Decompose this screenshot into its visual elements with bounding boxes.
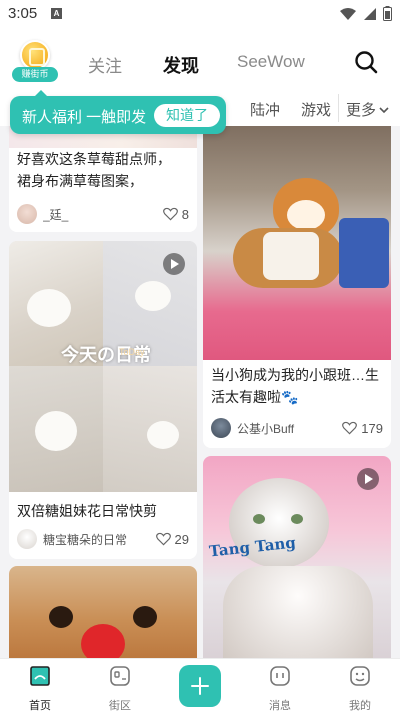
coin-label: 赚街币 <box>12 67 58 82</box>
profile-icon <box>350 666 370 686</box>
post-title: 当小狗成为我的小跟班…生 活太有趣啦🐾 <box>211 367 379 405</box>
avatar[interactable] <box>17 204 37 224</box>
status-bar: 3:05 A <box>0 0 400 28</box>
tab-seewow[interactable]: SeeWow <box>237 52 305 72</box>
nav-label: 首页 <box>29 700 51 712</box>
like-count: 179 <box>361 420 383 436</box>
post-image: Tang Tang <box>203 456 391 658</box>
tab-discover[interactable]: 发现 <box>163 52 199 78</box>
post-card[interactable]: 好喜欢这条草莓甜点师， 裙身布满草莓图案， _廷_ 8 <box>9 126 197 232</box>
category-divider <box>338 94 339 122</box>
post-meta: _廷_ 8 <box>17 203 189 225</box>
post-image: 今天の日常 ToDay <box>9 241 197 492</box>
status-indicators <box>339 6 392 21</box>
like-count: 29 <box>174 531 189 547</box>
post-meta: 糖宝糖朵的日常 29 <box>17 528 189 550</box>
nav-profile[interactable]: 我的 <box>330 665 390 712</box>
coin-entry-button[interactable]: 赚街币 <box>12 40 58 86</box>
post-card[interactable]: 今天の日常 ToDay 双倍糖姐妹花日常快剪 糖宝糖朵的日常 29 <box>9 241 197 559</box>
category-more-label: 更多 <box>345 102 376 119</box>
heart-icon <box>155 532 171 546</box>
play-icon <box>163 253 185 275</box>
nav-label: 街区 <box>109 700 131 712</box>
message-icon <box>270 666 290 686</box>
avatar[interactable] <box>17 529 37 549</box>
like-button[interactable]: 29 <box>155 531 189 547</box>
tooltip-text: 新人福利 一触即发 <box>22 109 147 126</box>
status-time: 3:05 <box>8 5 38 22</box>
like-button[interactable]: 8 <box>162 206 189 222</box>
nav-messages[interactable]: 消息 <box>250 665 310 712</box>
post-title: 双倍糖姐妹花日常快剪 <box>17 503 157 519</box>
nav-home[interactable]: 首页 <box>10 665 70 712</box>
create-post-button[interactable] <box>179 665 221 707</box>
overlay-small-text: ToDay <box>119 347 145 357</box>
post-author[interactable]: 糖宝糖朵的日常 <box>43 531 156 548</box>
discover-feed[interactable]: 好喜欢这条草莓甜点师， 裙身布满草莓图案， _廷_ 8 今天の日常 ToDay <box>0 126 400 658</box>
signal-icon <box>364 7 376 20</box>
top-header: 赚街币 关注 发现 SeeWow <box>0 28 400 90</box>
heart-icon <box>342 421 358 435</box>
tab-follow[interactable]: 关注 <box>88 52 122 77</box>
category-more-button[interactable]: 更多 <box>346 99 390 120</box>
newbie-benefit-tooltip[interactable]: 新人福利 一触即发 知道了 <box>10 90 226 134</box>
category-item-game[interactable]: 游戏 <box>301 99 331 120</box>
nav-label: 我的 <box>349 700 371 712</box>
avatar[interactable] <box>211 418 231 438</box>
district-icon <box>110 666 130 686</box>
post-author[interactable]: _廷_ <box>43 206 163 223</box>
post-card[interactable] <box>9 566 197 658</box>
search-icon[interactable] <box>354 50 378 74</box>
post-card[interactable]: 当小狗成为我的小跟班…生 活太有趣啦🐾 公基小Buff 179 <box>203 126 391 448</box>
notification-icon: A <box>51 8 62 19</box>
home-icon <box>30 666 50 686</box>
tooltip-dismiss-button[interactable]: 知道了 <box>154 104 220 127</box>
battery-icon <box>383 6 392 21</box>
like-count: 8 <box>181 206 189 222</box>
post-card[interactable]: Tang Tang <box>203 456 391 658</box>
nav-district[interactable]: 街区 <box>90 665 150 712</box>
post-image <box>203 126 391 360</box>
heart-icon <box>162 207 178 221</box>
post-meta: 公基小Buff 179 <box>211 417 383 439</box>
chevron-down-icon <box>379 106 389 113</box>
post-title: 好喜欢这条草莓甜点师， 裙身布满草莓图案， <box>17 151 171 189</box>
play-icon <box>357 468 379 490</box>
category-item-skate[interactable]: 陆冲 <box>250 99 280 120</box>
wifi-icon <box>340 7 356 20</box>
post-image <box>9 566 197 658</box>
post-author[interactable]: 公基小Buff <box>237 420 342 437</box>
like-button[interactable]: 179 <box>342 421 383 436</box>
bottom-nav: 首页 街区 消息 我的 <box>0 658 400 712</box>
nav-label: 消息 <box>269 700 291 712</box>
coin-icon <box>20 40 50 70</box>
